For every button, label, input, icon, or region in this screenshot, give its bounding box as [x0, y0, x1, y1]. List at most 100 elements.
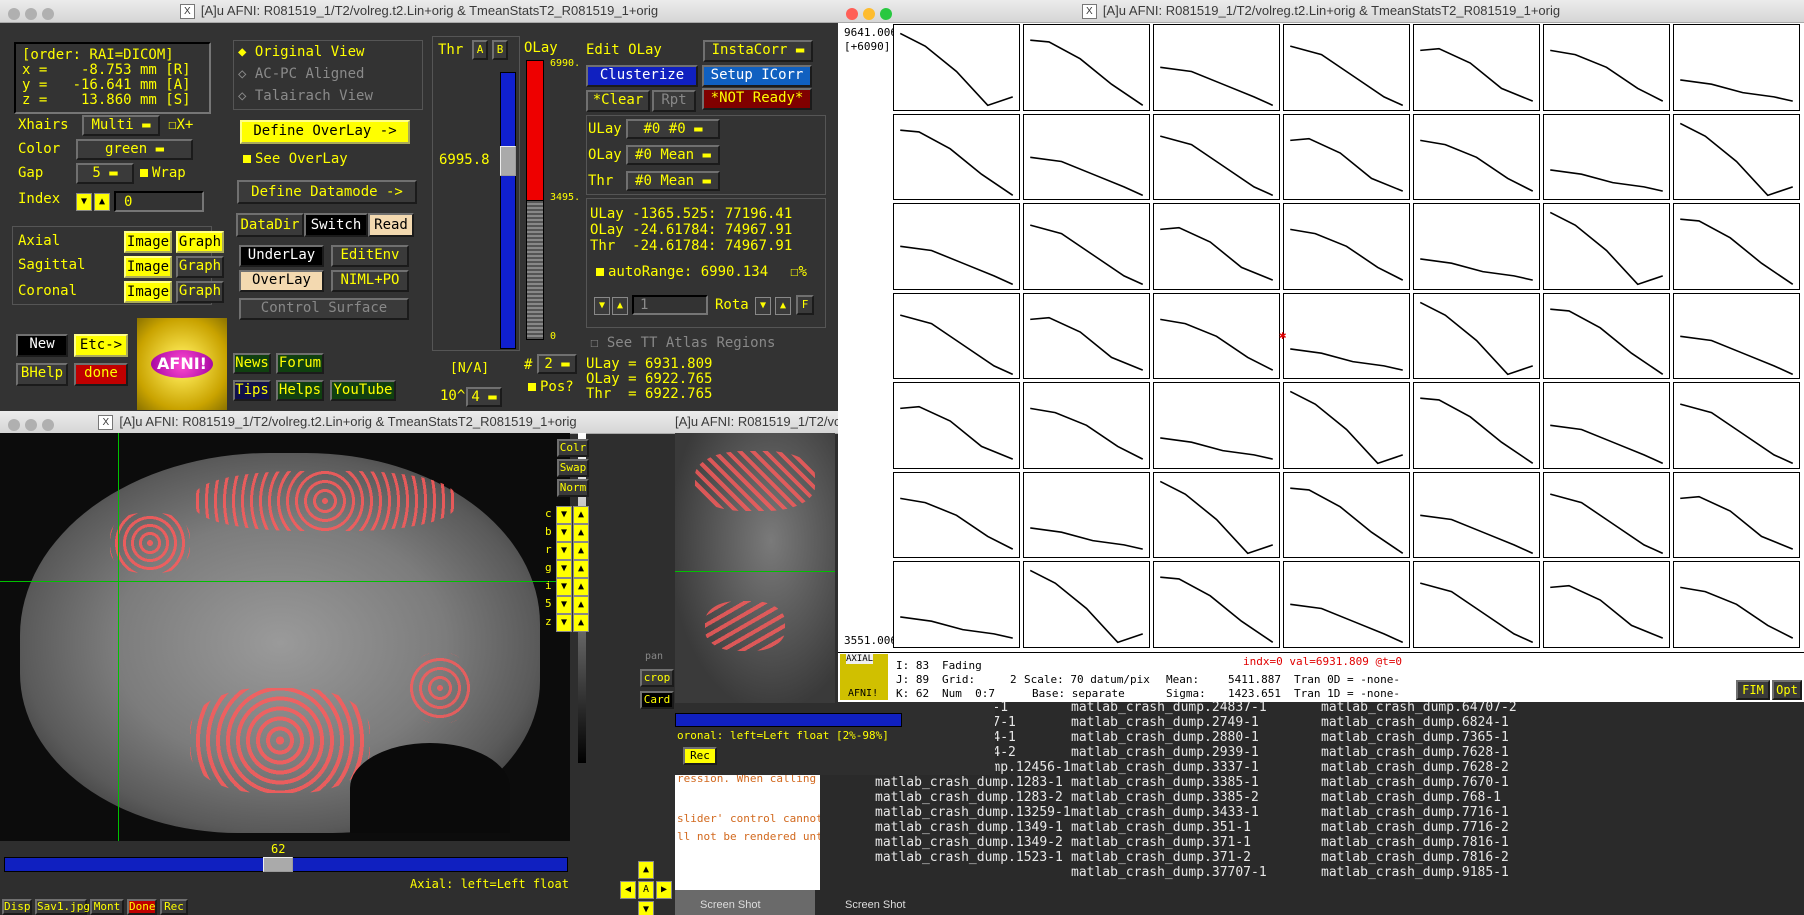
dock-screenshot-1[interactable]: Screen Shot [700, 899, 761, 911]
graph-cell[interactable] [1023, 471, 1150, 559]
index-input[interactable]: 0 [114, 191, 204, 212]
youtube-button[interactable]: YouTube [330, 380, 396, 401]
graph-cell[interactable] [893, 24, 1020, 111]
new-button[interactable]: New [16, 334, 68, 357]
graph-cell[interactable] [1543, 113, 1670, 201]
side-up-arrow-icon[interactable]: ▲ [573, 614, 589, 632]
threshold-slider-handle[interactable] [500, 146, 516, 176]
graph-cell[interactable] [1413, 24, 1540, 111]
coordinate-display[interactable]: [order: RAI=DICOM] x = -8.753 mm [R] y =… [14, 42, 211, 114]
graph-cell[interactable] [1283, 203, 1410, 290]
graph-cell[interactable] [1023, 561, 1150, 648]
side-up-arrow-icon[interactable]: ▲ [573, 542, 589, 560]
switch-button[interactable]: Switch [304, 213, 368, 237]
graph-cell[interactable] [893, 292, 1020, 380]
dock-screenshot-2[interactable]: Screen Shot [845, 899, 906, 911]
graph-matrix[interactable]: ✱ [892, 23, 1802, 650]
pct-toggle[interactable]: ☐% [790, 264, 807, 280]
fim-button[interactable]: FIM [1736, 680, 1770, 700]
pan-label[interactable]: pan [645, 651, 663, 662]
side-down-arrow-icon[interactable]: ▼ [556, 506, 572, 524]
graph-cell[interactable] [1153, 471, 1280, 559]
side-up-arrow-icon[interactable]: ▲ [573, 560, 589, 578]
setup-icorr-button[interactable]: Setup ICorr [702, 65, 812, 87]
xplus-toggle[interactable]: ☐X+ [168, 117, 193, 133]
nav-up-arrow-icon[interactable]: ▲ [638, 861, 654, 879]
define-datamode-button[interactable]: Define Datamode -> [237, 180, 417, 204]
clusterize-button[interactable]: Clusterize [586, 65, 698, 87]
side-button-colr[interactable]: Colr [557, 439, 589, 457]
slice-slider-handle[interactable] [263, 857, 293, 872]
graph-cell[interactable] [1283, 113, 1410, 201]
read-button[interactable]: Read [368, 213, 414, 237]
bottom-button-sav1jpg[interactable]: Sav1.jpg [35, 899, 90, 915]
graph-cell[interactable] [1153, 113, 1280, 201]
threshold-slider[interactable] [500, 72, 516, 349]
graph-cell[interactable] [1283, 561, 1410, 648]
axial-image[interactable] [0, 433, 570, 841]
thr-sel-menu[interactable]: #0 Mean ▬ [626, 171, 720, 191]
hash-menu[interactable]: 2 ▬ [537, 354, 577, 374]
thr-b-button[interactable]: B [492, 40, 508, 60]
graph-cell[interactable] [1153, 561, 1280, 648]
graph-cell[interactable] [1543, 203, 1670, 290]
tips-button[interactable]: Tips [233, 380, 271, 401]
graph-cell[interactable] [1413, 471, 1540, 559]
gap-menu[interactable]: 5 ▬ [76, 163, 134, 184]
original-view-radio[interactable]: ◆ Original View [238, 44, 364, 60]
bottom-button-done[interactable]: Done [127, 899, 157, 915]
side-up-arrow-icon[interactable]: ▲ [573, 524, 589, 542]
news-button[interactable]: News [233, 353, 271, 374]
afni-logo[interactable]: AFNI! [137, 318, 227, 410]
graph-cell[interactable] [893, 382, 1020, 469]
graph-cell[interactable] [1673, 292, 1800, 380]
graph-cell[interactable] [1543, 561, 1670, 648]
wrap-toggle[interactable]: Wrap [140, 165, 186, 181]
talairach-view-radio[interactable]: ◇ Talairach View [238, 88, 373, 104]
axial-image-button[interactable]: Image [124, 231, 172, 253]
rota-up-arrow-icon[interactable]: ▲ [612, 297, 628, 315]
index-up-arrow-icon[interactable]: ▲ [94, 193, 110, 211]
axial-thumbnail[interactable]: AXIAL AFNI! [840, 654, 888, 700]
helps-button[interactable]: Helps [276, 380, 324, 401]
nimlpo-button[interactable]: NIML+PO [331, 270, 409, 292]
side-down-arrow-icon[interactable]: ▼ [556, 524, 572, 542]
graph-cell[interactable] [893, 471, 1020, 559]
graph-cell[interactable] [1673, 203, 1800, 290]
nav-down-arrow-icon[interactable]: ▼ [638, 901, 654, 915]
side-down-arrow-icon[interactable]: ▼ [556, 560, 572, 578]
axial-viewer-titlebar[interactable]: X [A]u AFNI: R081519_1/T2/volreg.t2.Lin+o… [0, 411, 675, 434]
coronal-slider[interactable] [675, 713, 902, 727]
graph-cell[interactable] [1023, 113, 1150, 201]
color-menu[interactable]: green ▬ [76, 139, 193, 160]
acpc-view-radio[interactable]: ◇ AC-PC Aligned [238, 66, 364, 82]
opt-button[interactable]: Opt [1772, 680, 1802, 700]
bhelp-button[interactable]: BHelp [16, 363, 68, 386]
pow-menu[interactable]: 4 ▬ [466, 387, 502, 407]
graph-cell[interactable] [1283, 382, 1410, 469]
control-titlebar[interactable]: X [A]u AFNI: R081519_1/T2/volreg.t2.Lin+o… [0, 0, 838, 23]
graph-cell[interactable] [1283, 471, 1410, 559]
done-button[interactable]: done [74, 363, 128, 386]
index-down-arrow-icon[interactable]: ▼ [76, 193, 92, 211]
ulay-sel-menu[interactable]: #0 #0 ▬ [626, 119, 720, 139]
side-down-arrow-icon[interactable]: ▼ [556, 614, 572, 632]
graph-cell[interactable] [893, 561, 1020, 648]
graph-cell[interactable] [1413, 203, 1540, 290]
control-surface-button[interactable]: Control Surface [239, 298, 409, 320]
graph-cell[interactable] [1413, 382, 1540, 469]
olay-colorbar[interactable] [526, 60, 544, 202]
side-up-arrow-icon[interactable]: ▲ [573, 596, 589, 614]
graph-cell[interactable] [893, 203, 1020, 290]
side-down-arrow-icon[interactable]: ▼ [556, 542, 572, 560]
see-overlay-toggle[interactable]: See OverLay [243, 151, 348, 167]
rpt-button[interactable]: Rpt [652, 90, 696, 112]
olay-sel-menu[interactable]: #0 Mean ▬ [626, 145, 720, 165]
graph-cell[interactable] [1543, 24, 1670, 111]
pos-toggle[interactable]: Pos? [528, 379, 574, 395]
bottom-button-mont[interactable]: Mont [90, 899, 124, 915]
graph-cell[interactable] [1153, 292, 1280, 380]
coronal-graph-button[interactable]: Graph [176, 281, 224, 303]
sagittal-graph-button[interactable]: Graph [176, 256, 224, 278]
clear-button[interactable]: *Clear [586, 90, 650, 112]
